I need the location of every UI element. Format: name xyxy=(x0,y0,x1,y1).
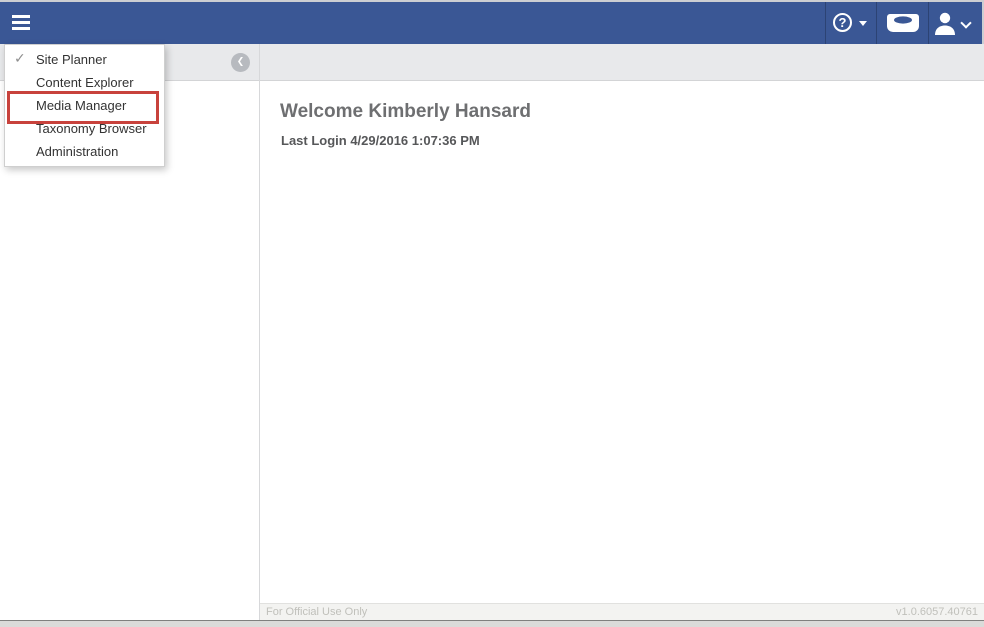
menu-item-label: Administration xyxy=(36,144,118,159)
person-icon xyxy=(932,9,958,37)
inbox-icon xyxy=(886,12,920,34)
last-login-text: Last Login 4/29/2016 1:07:36 PM xyxy=(281,133,480,148)
menu-item-content-explorer[interactable]: Content Explorer xyxy=(5,71,164,94)
header-divider xyxy=(876,2,877,44)
help-dropdown-button[interactable]: ? xyxy=(830,11,874,37)
page-title: Welcome Kimberly Hansard xyxy=(280,101,531,123)
window-bottom-strip xyxy=(0,620,984,627)
app-header: ? xyxy=(0,0,984,44)
header-divider xyxy=(928,2,929,44)
menu-item-site-planner[interactable]: ✓ Site Planner xyxy=(5,48,164,71)
sidebar-collapse-button[interactable]: ❮ xyxy=(231,53,250,72)
content-footer: For Official Use Only v1.0.6057.40761 xyxy=(260,603,984,620)
version-text: v1.0.6057.40761 xyxy=(896,604,978,620)
header-divider xyxy=(825,2,826,44)
user-menu-button[interactable] xyxy=(932,9,978,39)
hamburger-icon xyxy=(12,15,30,18)
caret-down-icon xyxy=(859,21,867,26)
menu-item-label: Site Planner xyxy=(36,52,107,67)
chevron-down-icon xyxy=(960,17,971,28)
check-icon: ✓ xyxy=(14,48,26,71)
menu-item-media-manager[interactable]: Media Manager xyxy=(5,94,164,117)
menu-item-label: Media Manager xyxy=(36,98,126,113)
hamburger-icon xyxy=(12,21,30,24)
classification-text: For Official Use Only xyxy=(266,604,367,620)
hamburger-menu-button[interactable] xyxy=(8,11,36,37)
inbox-button[interactable] xyxy=(886,12,922,36)
hamburger-icon xyxy=(12,27,30,30)
menu-item-label: Taxonomy Browser xyxy=(36,121,147,136)
main-content: Welcome Kimberly Hansard Last Login 4/29… xyxy=(260,81,984,620)
menu-item-taxonomy-browser[interactable]: Taxonomy Browser xyxy=(5,117,164,140)
menu-item-label: Content Explorer xyxy=(36,75,134,90)
menu-item-administration[interactable]: Administration xyxy=(5,140,164,163)
help-icon: ? xyxy=(833,13,852,32)
app-menu-dropdown: ✓ Site Planner Content Explorer Media Ma… xyxy=(4,44,165,167)
